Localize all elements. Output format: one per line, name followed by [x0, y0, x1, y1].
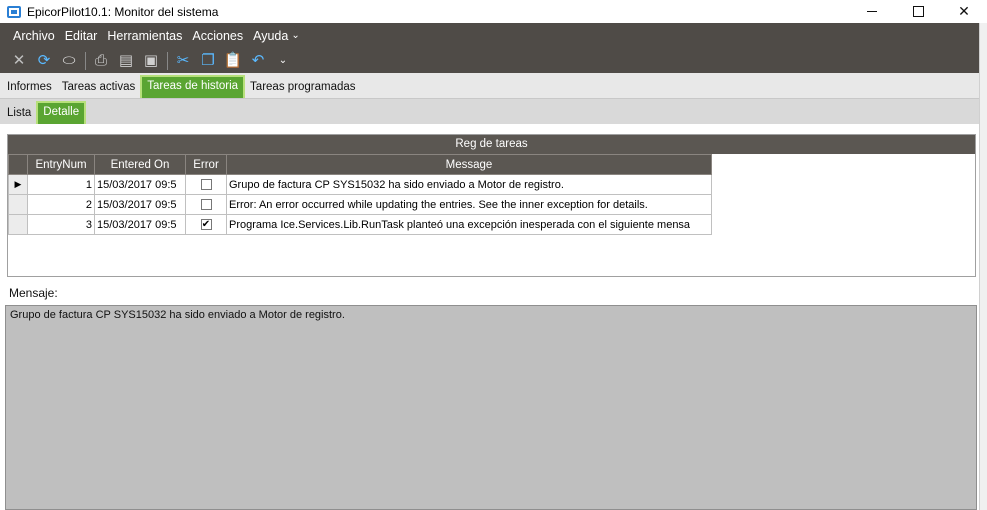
- column-header-entered-on[interactable]: Entered On: [94, 154, 186, 175]
- main-tabs: Informes Tareas activas Tareas de historia…: [0, 73, 979, 98]
- row-pointer-icon: ▶: [14, 179, 22, 189]
- cell-entered-on[interactable]: 15/03/2017 09:5: [94, 194, 186, 215]
- task-log-grid: EntryNum Entered On Error Message ▶ 1 15/0…: [8, 154, 712, 235]
- sub-tabs: Lista Detalle: [0, 98, 979, 124]
- table-row[interactable]: 2 15/03/2017 09:5 Error: An error occurred…: [8, 194, 712, 215]
- cell-entrynum[interactable]: 1: [27, 174, 95, 195]
- cell-entrynum[interactable]: 3: [27, 214, 95, 235]
- unchecked-checkbox[interactable]: [200, 199, 212, 211]
- print-preview-icon[interactable]: ▤: [117, 52, 135, 70]
- cell-entrynum[interactable]: 2: [27, 194, 95, 215]
- column-header-error[interactable]: Error: [185, 154, 227, 175]
- menu-ayuda[interactable]: Ayuda: [248, 25, 293, 47]
- delete-icon[interactable]: ✕: [10, 52, 28, 70]
- toolbar: ✕ ⟳ ⬭ ⎙ ▤ ▣ ✂ ❐ 📋 ↶ ⌄: [0, 48, 979, 73]
- menu-archivo[interactable]: Archivo: [8, 25, 60, 47]
- toolbar-separator: [167, 51, 168, 70]
- table-row[interactable]: 3 15/03/2017 09:5 ✔ Programa Ice.Services.L…: [8, 214, 712, 235]
- print-icon[interactable]: ⎙: [92, 52, 110, 70]
- menu-toolbar-area: Archivo Editar Herramientas Acciones Ayu…: [0, 23, 979, 73]
- subtab-detalle[interactable]: Detalle: [36, 101, 87, 124]
- cell-message[interactable]: Programa Ice.Services.Lib.RunTask plante…: [226, 214, 712, 235]
- cell-entered-on[interactable]: 15/03/2017 09:5: [94, 214, 186, 235]
- menu-editar[interactable]: Editar: [60, 25, 103, 47]
- message-label: Mensaje:: [9, 286, 58, 300]
- grid-caption: Reg de tareas: [8, 135, 975, 154]
- refresh-icon[interactable]: ⟳: [35, 52, 53, 70]
- menu-acciones[interactable]: Acciones: [187, 25, 248, 47]
- cell-error: ✔: [185, 214, 227, 235]
- close-button[interactable]: ✕: [941, 0, 987, 23]
- detail-panel: Reg de tareas EntryNum Entered On Error …: [0, 124, 979, 510]
- unchecked-checkbox[interactable]: [200, 179, 212, 191]
- tab-tareas-de-historia[interactable]: Tareas de historia: [140, 75, 246, 98]
- menu-herramientas[interactable]: Herramientas: [102, 25, 187, 47]
- checked-checkbox[interactable]: ✔: [200, 219, 212, 231]
- window-scrollbar[interactable]: [979, 23, 987, 510]
- cell-message[interactable]: Grupo de factura CP SYS15032 ha sido env…: [226, 174, 712, 195]
- subtab-lista[interactable]: Lista: [2, 102, 36, 124]
- minimize-button[interactable]: [849, 0, 895, 23]
- undo-icon[interactable]: ↶: [249, 52, 267, 70]
- column-header-message[interactable]: Message: [226, 154, 712, 175]
- row-selector[interactable]: [8, 194, 28, 215]
- column-header-entrynum[interactable]: EntryNum: [27, 154, 95, 175]
- eraser-icon[interactable]: ⬭: [60, 52, 78, 70]
- maximize-button[interactable]: [895, 0, 941, 23]
- copy-icon[interactable]: ❐: [199, 52, 217, 70]
- row-selector[interactable]: [8, 214, 28, 235]
- table-row[interactable]: ▶ 1 15/03/2017 09:5 Grupo de factura CP SYS…: [8, 174, 712, 195]
- save-icon[interactable]: ▣: [142, 52, 160, 70]
- tab-tareas-activas[interactable]: Tareas activas: [57, 76, 141, 98]
- cell-error: [185, 194, 227, 215]
- toolbar-separator: [85, 51, 86, 70]
- window-controls: ✕: [849, 0, 987, 23]
- row-selector[interactable]: ▶: [8, 174, 28, 195]
- title-bar: EpicorPilot10.1: Monitor del sistema ✕: [0, 0, 987, 23]
- tab-tareas-programadas[interactable]: Tareas programadas: [245, 76, 360, 98]
- message-textbox[interactable]: Grupo de factura CP SYS15032 ha sido env…: [5, 305, 977, 510]
- window-title: EpicorPilot10.1: Monitor del sistema: [27, 4, 219, 19]
- toolbar-overflow-icon[interactable]: ⌄: [274, 52, 292, 70]
- menu-bar: Archivo Editar Herramientas Acciones Ayu…: [0, 23, 979, 48]
- cell-message[interactable]: Error: An error occurred while updating …: [226, 194, 712, 215]
- cell-error: [185, 174, 227, 195]
- task-log-grid-panel: Reg de tareas EntryNum Entered On Error …: [7, 134, 976, 277]
- column-header-selector: [8, 154, 28, 175]
- cell-entered-on[interactable]: 15/03/2017 09:5: [94, 174, 186, 195]
- menu-overflow-icon[interactable]: ⌄: [291, 25, 299, 47]
- tab-informes[interactable]: Informes: [2, 76, 57, 98]
- app-icon: [7, 5, 21, 18]
- paste-icon[interactable]: 📋: [224, 52, 243, 70]
- cut-icon[interactable]: ✂: [174, 52, 192, 70]
